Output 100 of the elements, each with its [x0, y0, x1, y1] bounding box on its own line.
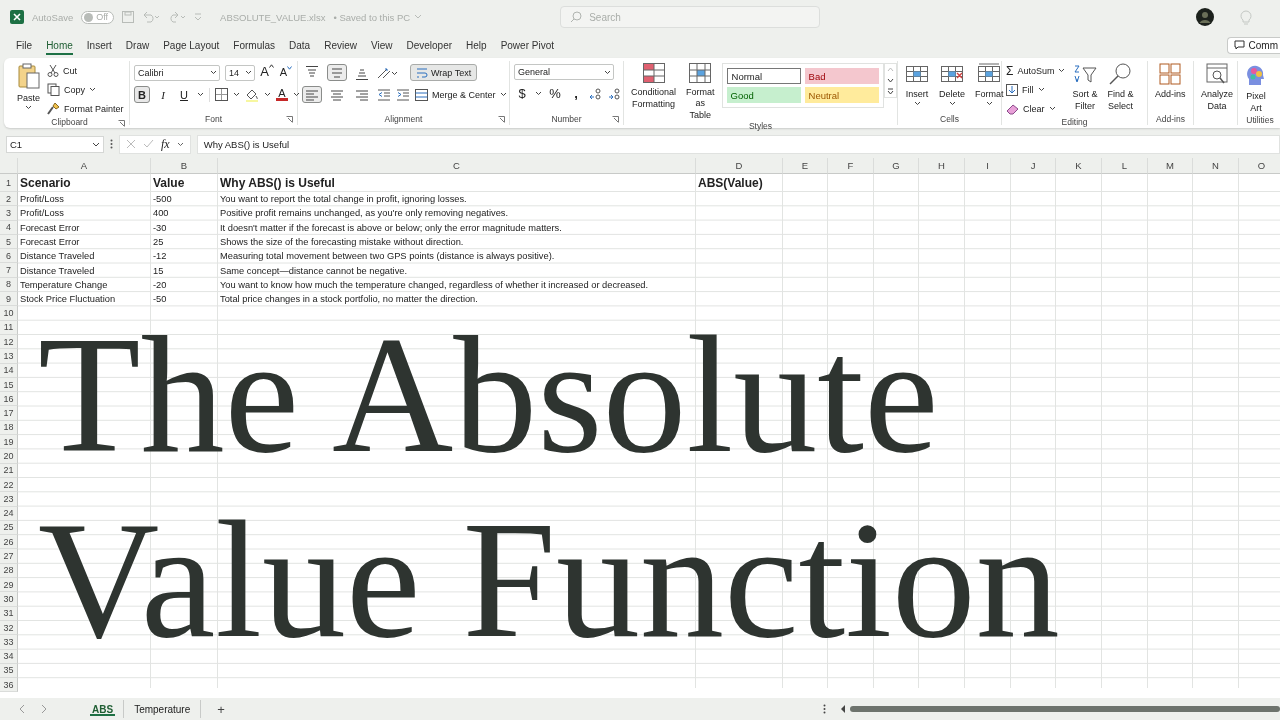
- row-header[interactable]: 36: [0, 678, 18, 693]
- horizontal-scrollbar[interactable]: [840, 705, 1280, 713]
- column-header[interactable]: F: [828, 158, 874, 174]
- dialog-launcher-icon[interactable]: [498, 116, 505, 123]
- percent-button[interactable]: %: [547, 85, 563, 102]
- comma-style-button[interactable]: ,: [568, 85, 584, 102]
- ribbon-tab[interactable]: View: [363, 34, 400, 56]
- number-format-field[interactable]: General: [514, 64, 614, 80]
- more-options-icon[interactable]: [110, 139, 113, 149]
- paste-button[interactable]: Paste: [14, 61, 43, 110]
- row-header[interactable]: 27: [0, 549, 18, 564]
- caret-icon[interactable]: [233, 92, 240, 97]
- more-options-icon[interactable]: [823, 704, 826, 714]
- cell-style-item[interactable]: Normal: [726, 68, 801, 84]
- format-as-table-button[interactable]: Format as Table: [683, 61, 718, 121]
- column-header[interactable]: N: [1193, 158, 1239, 174]
- wrap-text-button[interactable]: Wrap Text: [410, 64, 478, 81]
- font-name-field[interactable]: Calibri: [134, 64, 220, 81]
- column-header[interactable]: O: [1239, 158, 1280, 174]
- row-header[interactable]: 9: [0, 292, 18, 307]
- add-sheet-button[interactable]: +: [217, 701, 225, 717]
- decrease-indent-icon[interactable]: [377, 88, 391, 101]
- row-header[interactable]: 1: [0, 174, 18, 192]
- caret-icon[interactable]: [535, 91, 542, 96]
- format-toggle-button[interactable]: I: [155, 86, 171, 103]
- ribbon-tab[interactable]: Home: [39, 34, 80, 56]
- row-header[interactable]: 33: [0, 635, 18, 650]
- dialog-launcher-icon[interactable]: [286, 116, 293, 123]
- row-header[interactable]: 20: [0, 449, 18, 464]
- cells-button[interactable]: Insert: [902, 61, 932, 106]
- cell-style-item[interactable]: Good: [726, 87, 801, 103]
- column-header[interactable]: C: [218, 158, 696, 174]
- row-header[interactable]: 3: [0, 206, 18, 221]
- pixel-art-button[interactable]: Pixel Art: [1242, 61, 1270, 114]
- increase-indent-icon[interactable]: [396, 88, 410, 101]
- cell-style-item[interactable]: Neutral: [804, 87, 879, 103]
- currency-button[interactable]: $: [514, 85, 530, 102]
- clear-button[interactable]: Clear: [1006, 100, 1066, 117]
- dialog-launcher-icon[interactable]: [118, 120, 125, 127]
- ribbon-tab[interactable]: Draw: [118, 34, 157, 56]
- caret-icon[interactable]: [264, 92, 271, 97]
- column-header[interactable]: A: [18, 158, 151, 174]
- scroll-left-icon[interactable]: [840, 705, 846, 713]
- analyze-data-button[interactable]: Analyze Data: [1198, 61, 1237, 112]
- text-orientation-icon[interactable]: [377, 66, 399, 79]
- row-header[interactable]: 10: [0, 306, 18, 321]
- row-header[interactable]: 19: [0, 435, 18, 450]
- row-header[interactable]: 29: [0, 578, 18, 593]
- row-header[interactable]: 16: [0, 392, 18, 407]
- sheet-tab[interactable]: ABS: [82, 700, 125, 718]
- ribbon-tab[interactable]: Review: [317, 34, 364, 56]
- row-header[interactable]: 13: [0, 349, 18, 364]
- cell-style-item[interactable]: Bad: [804, 68, 879, 84]
- dialog-launcher-icon[interactable]: [612, 116, 619, 123]
- row-header[interactable]: 2: [0, 192, 18, 207]
- gallery-scrollbar[interactable]: [883, 63, 897, 98]
- scroll-down-icon[interactable]: [885, 76, 895, 85]
- increase-decimal-icon[interactable]: [589, 87, 603, 100]
- row-header[interactable]: 7: [0, 263, 18, 278]
- previous-sheet-icon[interactable]: [18, 704, 26, 714]
- row-header[interactable]: 6: [0, 249, 18, 264]
- format-painter-button[interactable]: Format Painter: [47, 100, 124, 117]
- font-color-button[interactable]: A: [276, 88, 288, 101]
- search-field[interactable]: Search: [560, 6, 821, 28]
- fill-color-icon[interactable]: [245, 87, 259, 102]
- row-header[interactable]: 23: [0, 492, 18, 507]
- find-select-button[interactable]: Find & Select: [1104, 61, 1137, 112]
- row-header[interactable]: 17: [0, 406, 18, 421]
- format-toggle-button[interactable]: U: [176, 86, 192, 103]
- column-header[interactable]: M: [1148, 158, 1193, 174]
- column-header[interactable]: J: [1011, 158, 1056, 174]
- comments-button[interactable]: Comm: [1226, 36, 1280, 54]
- cells-button[interactable]: Format: [972, 61, 1007, 106]
- add-ins-button[interactable]: Add-ins: [1152, 61, 1189, 100]
- next-sheet-icon[interactable]: [40, 704, 48, 714]
- row-header[interactable]: 26: [0, 535, 18, 550]
- cells-button[interactable]: Delete: [936, 61, 968, 106]
- caret-icon[interactable]: [176, 141, 184, 147]
- sheet-tab[interactable]: Temperature: [124, 700, 202, 718]
- autosum-button[interactable]: Σ AutoSum: [1006, 62, 1066, 79]
- column-header[interactable]: I: [965, 158, 1011, 174]
- ribbon-tab[interactable]: Help: [459, 34, 494, 56]
- shrink-font-button[interactable]: A: [279, 64, 293, 81]
- caret-icon[interactable]: [197, 92, 204, 97]
- borders-icon[interactable]: [215, 88, 228, 101]
- expand-gallery-icon[interactable]: [885, 87, 895, 96]
- caret-icon[interactable]: [293, 92, 300, 97]
- ribbon-tab[interactable]: Page Layout: [156, 34, 227, 56]
- merge-center-button[interactable]: Merge & Center: [415, 86, 507, 103]
- conditional-formatting-button[interactable]: Conditional Formatting: [628, 61, 680, 110]
- copy-button[interactable]: Copy: [47, 81, 124, 98]
- cut-button[interactable]: Cut: [47, 62, 124, 79]
- avatar[interactable]: [1196, 8, 1214, 26]
- ribbon-tab[interactable]: Developer: [399, 34, 460, 56]
- decrease-decimal-icon[interactable]: [608, 87, 622, 100]
- column-header[interactable]: H: [919, 158, 965, 174]
- ribbon-tab[interactable]: Formulas: [226, 34, 283, 56]
- insert-function-button[interactable]: fx: [161, 136, 170, 152]
- font-size-field[interactable]: 14: [225, 64, 255, 81]
- ribbon-tab[interactable]: Power Pivot: [493, 34, 561, 56]
